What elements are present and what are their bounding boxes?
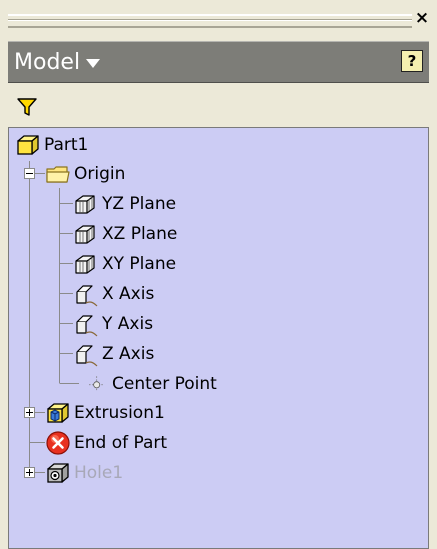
model-tree[interactable]: Part1 Origin YZ Plane XZ Plane XY Plane … xyxy=(8,127,429,549)
work-plane-icon xyxy=(75,255,95,274)
help-button[interactable]: ? xyxy=(401,50,423,72)
tree-node-center-point[interactable]: Center Point xyxy=(89,369,217,399)
tree-node-part1[interactable]: Part1 xyxy=(15,130,88,160)
tree-node-z-axis[interactable]: Z Axis xyxy=(73,339,154,369)
work-axis-icon xyxy=(76,345,98,367)
tree-node-label: X Axis xyxy=(102,284,155,304)
tree-node-label: XY Plane xyxy=(102,254,177,274)
hole-expand-toggle[interactable] xyxy=(24,467,35,478)
origin-collapse-toggle[interactable] xyxy=(24,168,35,179)
tree-node-label: Z Axis xyxy=(102,344,155,364)
tree-node-hole1[interactable]: Hole1 xyxy=(45,458,123,488)
tree-node-x-axis[interactable]: X Axis xyxy=(73,279,154,309)
folder-icon xyxy=(46,166,70,183)
browser-header: Model ? xyxy=(8,41,429,83)
tree-node-yz-plane[interactable]: YZ Plane xyxy=(73,189,176,219)
part-icon xyxy=(17,135,39,155)
hole-icon xyxy=(47,463,69,483)
work-point-icon xyxy=(89,376,105,392)
tree-node-label: Center Point xyxy=(112,374,217,394)
tree-node-label: Hole1 xyxy=(74,463,124,483)
tree-node-end-of-part[interactable]: End of Part xyxy=(45,428,167,458)
close-button[interactable]: × xyxy=(413,9,431,27)
model-dropdown-label: Model xyxy=(14,49,81,75)
work-plane-icon xyxy=(75,225,95,244)
model-dropdown[interactable]: Model xyxy=(14,42,101,82)
tree-node-origin[interactable]: Origin xyxy=(45,159,125,189)
chevron-down-icon xyxy=(86,59,101,68)
extrusion-icon xyxy=(47,403,69,423)
tree-node-label: Extrusion1 xyxy=(74,403,165,423)
work-plane-icon xyxy=(75,195,95,214)
tree-node-xz-plane[interactable]: XZ Plane xyxy=(73,219,177,249)
tree-node-label: End of Part xyxy=(74,433,168,453)
tree-node-label: XZ Plane xyxy=(102,224,178,244)
panel-titlebar[interactable]: × xyxy=(0,0,437,36)
end-of-part-icon xyxy=(46,431,70,455)
tree-node-extrusion1[interactable]: Extrusion1 xyxy=(45,398,165,428)
tree-node-label: YZ Plane xyxy=(102,194,177,214)
tree-node-label: Part1 xyxy=(44,135,89,155)
extrusion-expand-toggle[interactable] xyxy=(24,407,35,418)
tree-node-xy-plane[interactable]: XY Plane xyxy=(73,249,176,279)
tree-node-label: Y Axis xyxy=(102,314,154,334)
filter-funnel-icon[interactable] xyxy=(16,96,38,118)
tree-node-y-axis[interactable]: Y Axis xyxy=(73,309,153,339)
work-axis-icon xyxy=(76,285,98,307)
browser-toolbar xyxy=(8,88,429,124)
tree-node-label: Origin xyxy=(74,164,126,184)
drag-grip[interactable] xyxy=(8,14,412,28)
work-axis-icon xyxy=(76,315,98,337)
